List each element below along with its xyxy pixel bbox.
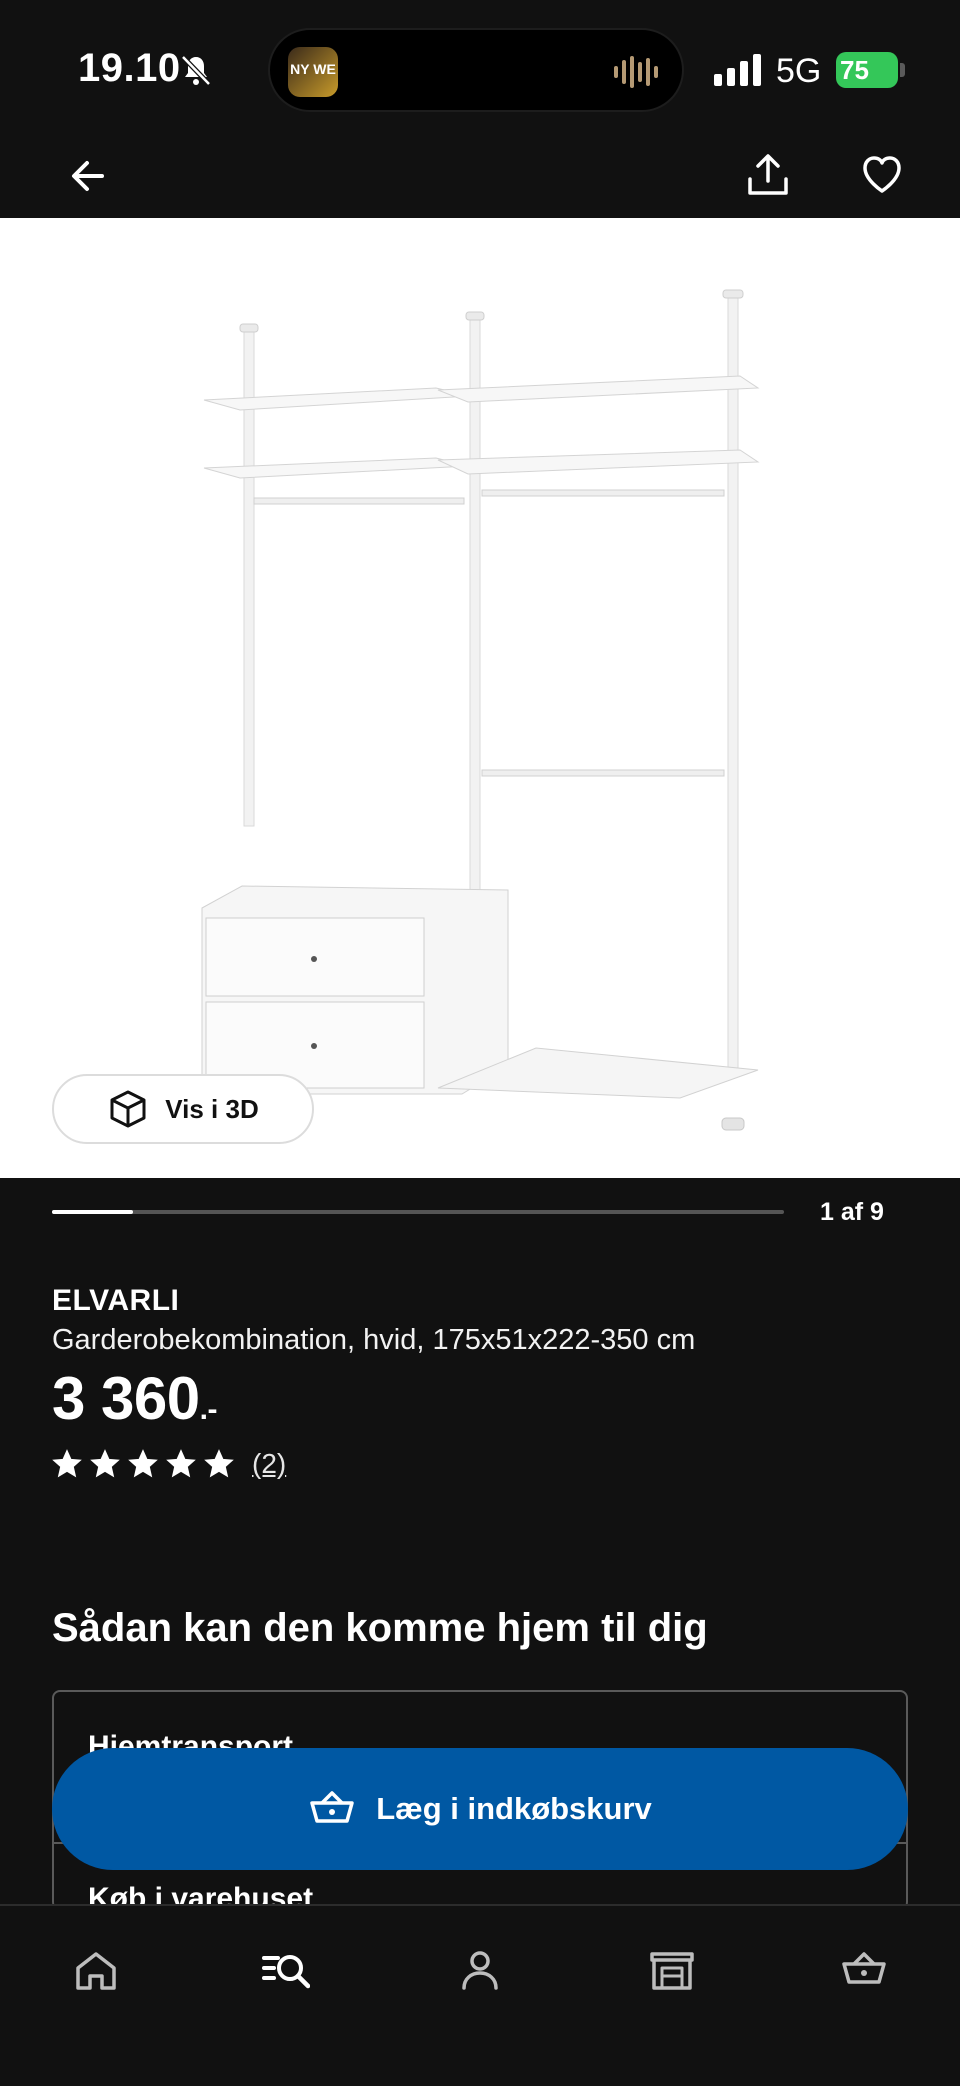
price-value: 3 360 [52,1365,200,1432]
share-button[interactable] [738,144,798,206]
star-icon [204,1449,234,1478]
heart-icon [863,156,901,193]
nav-header [0,140,960,218]
tab-home[interactable] [64,1938,128,2002]
carousel-progress-fill [52,1210,133,1214]
back-button[interactable] [58,146,118,206]
person-icon [462,1951,498,1990]
cube-icon [110,1090,146,1128]
review-count-link[interactable]: (2) [252,1448,286,1480]
price-suffix: .- [199,1393,218,1426]
arrow-left-icon [72,161,104,191]
product-image [201,289,760,1131]
bottom-tab-bar [0,1904,960,2086]
now-playing-artwork: NY WE [288,47,338,97]
view-in-3d-button[interactable]: Vis i 3D [52,1074,314,1144]
star-icon [166,1449,196,1478]
share-icon [748,154,788,195]
view-in-3d-label: Vis i 3D [165,1093,259,1124]
star-icon [90,1449,120,1478]
status-time: 19.10 [78,46,181,90]
add-to-cart-label: Læg i indkøbskurv [376,1791,652,1826]
rating-stars [52,1449,234,1479]
signal-icon [714,54,761,86]
network-type: 5G [776,52,822,90]
battery-level: 75 [840,55,869,85]
product-rating[interactable]: (2) [52,1448,286,1480]
basket-icon [842,1952,886,1984]
carousel-progress [52,1210,784,1214]
delivery-heading: Sådan kan den komme hjem til dig [52,1606,708,1650]
dynamic-island[interactable]: NY WE [268,28,684,112]
tab-basket[interactable] [832,1938,896,2002]
wishlist-button[interactable] [852,144,912,206]
status-bar: 19.10 NY WE 5G 75 [0,0,960,140]
product-price: 3 360.- [52,1364,217,1433]
star-icon [52,1449,82,1478]
audio-wave-icon [614,56,658,88]
tab-browse[interactable] [254,1938,318,2002]
tab-stores[interactable] [640,1938,704,2002]
store-icon [650,1952,694,1990]
search-list-icon [262,1955,310,1989]
carousel-counter: 1 af 9 [820,1198,884,1226]
product-description: Garderobekombination, hvid, 175x51x222-3… [52,1324,696,1356]
battery-icon: 75 [836,52,906,88]
product-image-carousel[interactable]: Vis i 3D [0,218,960,1178]
bell-muted-icon [181,55,211,86]
add-to-cart-button[interactable]: Læg i indkøbskurv [52,1748,908,1870]
home-icon [76,1952,116,1990]
star-icon [128,1449,158,1478]
basket-icon [310,1791,354,1823]
tab-account[interactable] [448,1938,512,2002]
product-name: ELVARLI [52,1284,180,1317]
